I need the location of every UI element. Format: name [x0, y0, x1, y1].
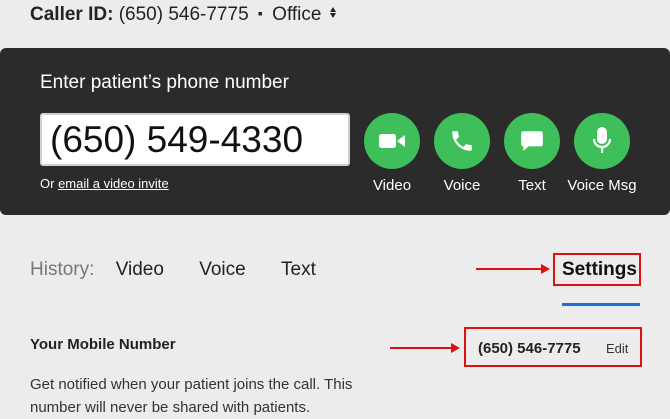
- settings-annotation-arrow: [476, 264, 550, 274]
- active-tab-underline: [562, 303, 640, 306]
- mobile-annotation-arrow: [390, 343, 460, 353]
- mobile-number-value: (650) 546-7775: [478, 340, 581, 357]
- caller-id-line: Office: [272, 4, 322, 25]
- tab-history-voice[interactable]: Voice: [199, 259, 245, 281]
- settings-highlight-box: [553, 253, 641, 286]
- voice-call-button[interactable]: [434, 113, 490, 169]
- email-video-invite-link[interactable]: email a video invite: [58, 176, 169, 191]
- history-label: History:: [30, 259, 95, 280]
- invite-prefix: Or: [40, 176, 55, 191]
- up-down-chevron-icon: [329, 7, 336, 19]
- voice-button-label: Voice: [443, 177, 481, 194]
- caller-id-number: (650) 546-7775: [118, 4, 249, 25]
- text-button-label: Text: [518, 177, 546, 194]
- caller-id-label: Caller ID:: [30, 4, 114, 25]
- dialer-title: Enter patient’s phone number: [40, 72, 289, 93]
- video-button-label: Video: [372, 177, 412, 194]
- phone-handset-icon: [452, 131, 472, 151]
- microphone-icon: [592, 127, 612, 153]
- caller-id-row[interactable]: Caller ID: (650) 546-7775 ▪ Office: [30, 4, 336, 26]
- invite-row: Or email a video invite: [40, 176, 169, 191]
- tab-history-text[interactable]: Text: [281, 259, 316, 281]
- video-camera-icon: [379, 134, 405, 148]
- voice-msg-button-label: Voice Msg: [567, 177, 637, 194]
- video-call-button[interactable]: [364, 113, 420, 169]
- caller-id-separator: ▪: [257, 5, 263, 21]
- voice-message-button[interactable]: [574, 113, 630, 169]
- patient-phone-input[interactable]: [40, 113, 350, 166]
- mobile-number-heading: Your Mobile Number: [30, 336, 176, 353]
- text-message-button[interactable]: [504, 113, 560, 169]
- mobile-number-description: Get notified when your patient joins the…: [30, 376, 353, 416]
- edit-mobile-number-button[interactable]: Edit: [606, 341, 628, 356]
- speech-bubble-icon: [521, 131, 543, 151]
- history-tabs: History: Video Voice Text: [30, 259, 346, 281]
- tab-history-video[interactable]: Video: [116, 259, 164, 281]
